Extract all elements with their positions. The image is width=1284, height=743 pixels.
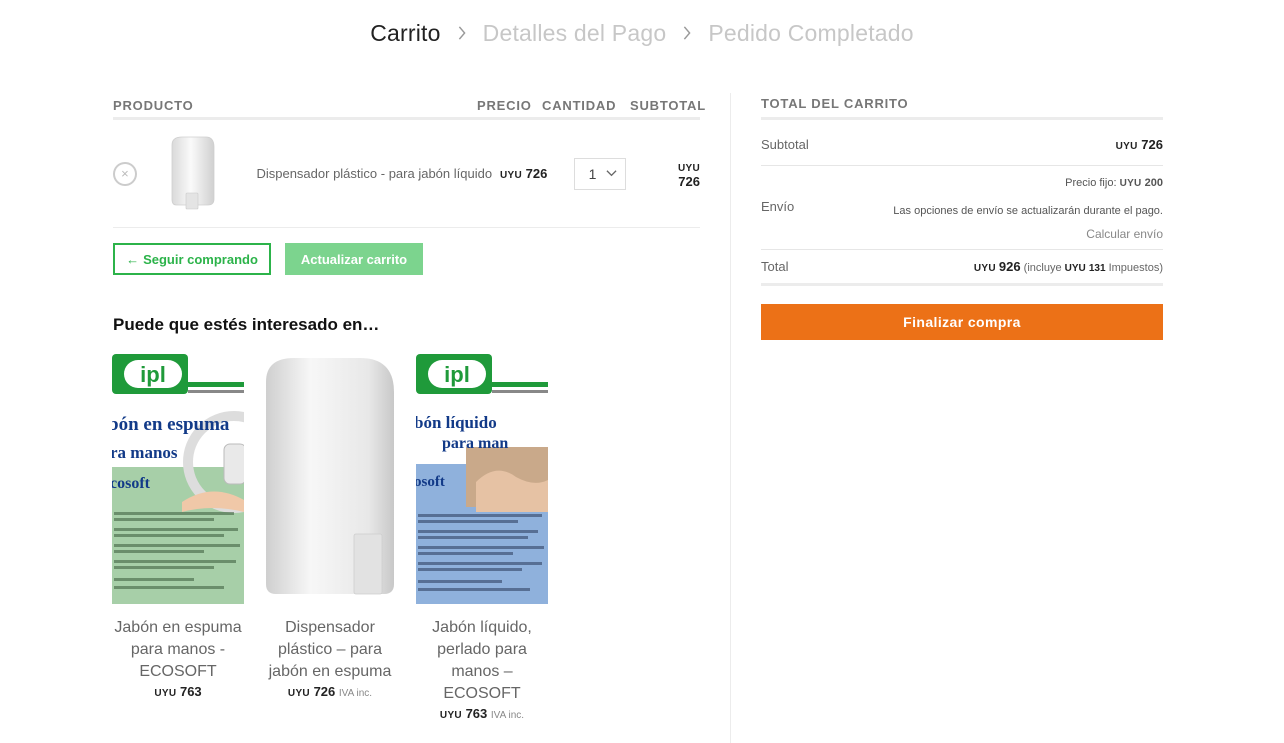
column-quantity: CANTIDAD xyxy=(542,97,617,113)
tax-note: IVA inc. xyxy=(490,710,525,721)
step-order-complete[interactable]: Pedido Completado xyxy=(708,20,913,47)
currency-code: UYU xyxy=(1119,178,1142,189)
related-product-card[interactable]: Dispensador plástico – para jabón en esp… xyxy=(264,352,396,721)
tax-suffix: Impuestos) xyxy=(1108,262,1163,274)
total-value: 926 xyxy=(998,259,1021,274)
column-divider xyxy=(730,93,731,743)
currency-code: UYU xyxy=(439,710,462,721)
chevron-down-icon xyxy=(606,166,617,182)
total-row: Total UYU 926 (incluye UYU 131 Impuestos… xyxy=(761,250,1163,286)
column-price: PRECIO xyxy=(477,97,532,113)
currency-code: UYU xyxy=(1115,141,1138,152)
product-thumbnail[interactable] xyxy=(157,134,227,214)
includes-prefix: (incluye xyxy=(1023,262,1062,274)
related-product-card[interactable]: ipl bón líquido para man osoft Jabón líq… xyxy=(416,352,548,721)
continue-shopping-label: Seguir comprando xyxy=(143,251,258,267)
cart-table-header: PRODUCTO PRECIO CANTIDAD SUBTOTAL xyxy=(113,96,706,120)
tax-value: 131 xyxy=(1088,263,1106,274)
chevron-right-icon xyxy=(447,18,477,48)
product-image[interactable]: ipl bón líquido para man osoft xyxy=(416,352,548,604)
cart-totals: TOTAL DEL CARRITO Subtotal UYU 726 Envío… xyxy=(761,96,1163,340)
price-value: 726 xyxy=(313,684,336,699)
related-product-card[interactable]: ipl bón en espuma ra manos cosoft Jabón … xyxy=(112,352,244,721)
brand-logo-text: ipl xyxy=(444,362,470,387)
related-product-price: UYU 763 xyxy=(112,684,244,699)
subtotal-label: Subtotal xyxy=(761,137,809,152)
column-subtotal: SUBTOTAL xyxy=(630,97,706,113)
checkout-button[interactable]: Finalizar compra xyxy=(761,304,1163,340)
label-text: bón líquido xyxy=(416,413,497,432)
price-value: 726 xyxy=(525,166,548,181)
related-products-title: Puede que estés interesado en… xyxy=(113,315,380,334)
label-text: ra manos xyxy=(112,443,178,462)
product-image[interactable] xyxy=(264,352,396,604)
total-label: Total xyxy=(761,259,789,274)
subtotal-value: 726 xyxy=(678,173,700,189)
shipping-fixed-label: Precio fijo: xyxy=(1065,177,1117,189)
currency-code: UYU xyxy=(677,162,700,174)
quantity-select[interactable]: 1 xyxy=(573,157,626,190)
shipping-label: Envío xyxy=(761,199,795,214)
related-product-price: UYU 763 IVA inc. xyxy=(416,706,548,721)
step-payment-details[interactable]: Detalles del Pago xyxy=(483,20,667,47)
currency-code: UYU xyxy=(287,688,310,699)
brand-logo-text: ipl xyxy=(140,362,166,387)
related-product-name[interactable]: Dispensador plástico – para jabón en esp… xyxy=(264,617,396,683)
checkout-steps: Carrito Detalles del Pago Pedido Complet… xyxy=(0,18,1284,48)
cart-table: PRODUCTO PRECIO CANTIDAD SUBTOTAL × Disp… xyxy=(113,96,706,275)
shipping-row: Envío Precio fijo: UYU 200 Las opciones … xyxy=(761,166,1163,250)
total-amount: UYU 926 (incluye UYU 131 Impuestos) xyxy=(974,259,1163,274)
label-text: cosoft xyxy=(112,475,151,492)
cart-totals-title: TOTAL DEL CARRITO xyxy=(761,96,1163,120)
continue-shopping-button[interactable]: ← Seguir comprando xyxy=(113,243,271,275)
cart-item-price: UYU 726 xyxy=(500,166,574,181)
step-cart[interactable]: Carrito xyxy=(370,20,440,47)
shipping-fixed-price: Precio fijo: UYU 200 xyxy=(893,176,1163,191)
label-text: osoft xyxy=(416,474,445,490)
quantity-cell: 1 xyxy=(573,157,678,190)
subtotal-row: Subtotal UYU 726 xyxy=(761,120,1163,166)
currency-code: UYU xyxy=(500,170,523,181)
calculate-shipping-link[interactable]: Calcular envío xyxy=(893,227,1163,241)
quantity-value: 1 xyxy=(588,165,597,182)
product-image[interactable]: ipl bón en espuma ra manos cosoft xyxy=(112,352,244,604)
shipping-value: 200 xyxy=(1144,177,1163,189)
currency-code: UYU xyxy=(154,688,177,699)
subtotal-amount: UYU 726 xyxy=(1116,137,1163,152)
chevron-right-icon xyxy=(672,18,702,48)
shipping-details: Precio fijo: UYU 200 Las opciones de env… xyxy=(893,176,1163,249)
currency-code: UYU xyxy=(973,263,996,274)
tax-note: IVA inc. xyxy=(338,688,373,699)
subtotal-value: 726 xyxy=(1141,137,1163,152)
related-products: ipl bón en espuma ra manos cosoft Jabón … xyxy=(112,352,548,721)
price-value: 763 xyxy=(465,706,488,721)
remove-item-icon[interactable]: × xyxy=(113,161,137,186)
cart-item-row: × Dispensador plástico - para jabón líqu… xyxy=(113,120,700,228)
related-product-price: UYU 726 IVA inc. xyxy=(264,684,396,699)
column-product: PRODUCTO xyxy=(113,97,194,113)
currency-code: UYU xyxy=(1064,263,1086,274)
related-product-name[interactable]: Jabón líquido, perlado para manos – ECOS… xyxy=(416,617,548,705)
cart-actions: ← Seguir comprando Actualizar carrito xyxy=(113,243,700,275)
shipping-note: Las opciones de envío se actualizarán du… xyxy=(893,205,1163,217)
label-text: para man xyxy=(442,435,508,452)
label-text: bón en espuma xyxy=(112,414,230,435)
arrow-left-icon: ← xyxy=(126,251,140,267)
price-value: 763 xyxy=(179,684,202,699)
cart-item-subtotal: UYU 726 xyxy=(678,159,700,189)
cart-item-name[interactable]: Dispensador plástico - para jabón líquid… xyxy=(256,166,500,181)
related-product-name[interactable]: Jabón en espuma para manos -ECOSOFT xyxy=(112,617,244,683)
update-cart-button[interactable]: Actualizar carrito xyxy=(285,243,423,275)
